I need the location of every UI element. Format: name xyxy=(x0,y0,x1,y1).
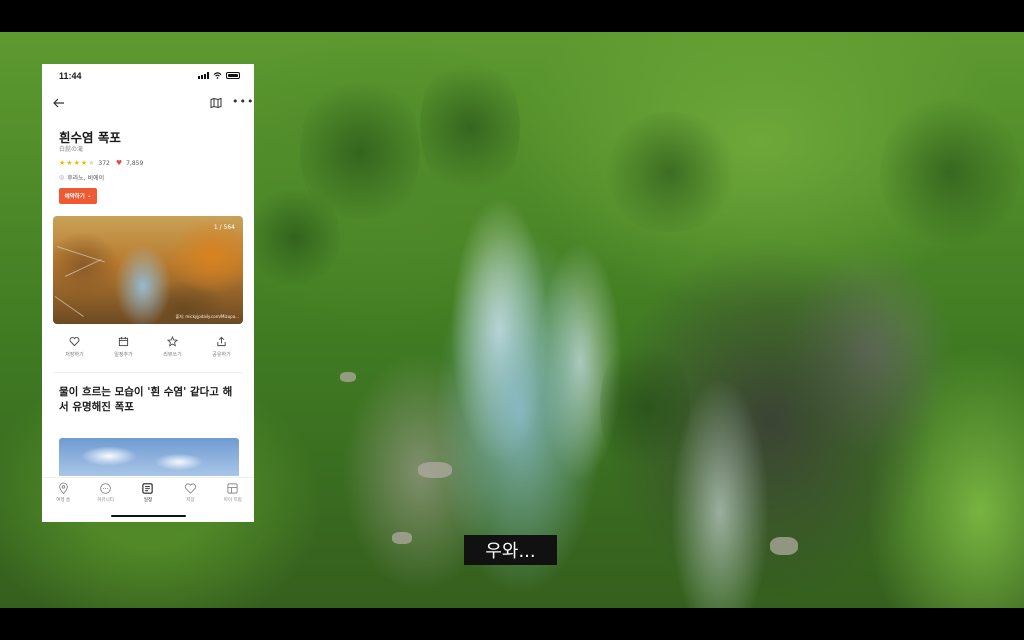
star-icon: ★ xyxy=(73,158,80,167)
signal-icon xyxy=(198,72,209,79)
place-headline: 물이 흐르는 모습이 '흰 수염' 같다고 해서 유명해진 폭포 xyxy=(59,386,233,413)
action-bar: 저장하기 일정추가 리뷰쓰기 공유하기 xyxy=(42,336,254,366)
home-indicator xyxy=(111,515,186,517)
tab-label: 여행 홈 xyxy=(56,498,71,503)
tab-my-trip[interactable]: 마이 트립 xyxy=(213,482,253,522)
share-button[interactable]: 공유하기 xyxy=(200,336,244,366)
status-time: 11:44 xyxy=(59,71,82,81)
save-label: 저장하기 xyxy=(65,352,84,358)
photo-credit: 출처: mickyjpdaily.com/Mizupa... xyxy=(175,314,239,319)
tab-label: 일정 xyxy=(143,498,153,503)
star-icon: ★ xyxy=(59,158,66,167)
share-label: 공유하기 xyxy=(212,352,231,358)
star-icon: ★ xyxy=(80,158,88,167)
video-player: 11:44 ••• 흰수염 폭포 白髭の滝 ★ ★ ★ ★ ★ 372 ♥ 7,… xyxy=(0,0,1024,640)
star-icon: ★ xyxy=(88,158,95,167)
tab-label: 저장 xyxy=(186,498,195,503)
chat-icon xyxy=(100,483,111,494)
map-icon[interactable] xyxy=(210,97,222,109)
place-local-name: 白髭の滝 xyxy=(59,146,84,153)
share-icon xyxy=(217,336,226,347)
heart-outline-icon xyxy=(69,337,80,347)
likes-count: 7,859 xyxy=(126,159,144,167)
star-outline-icon xyxy=(167,336,178,347)
back-arrow-icon[interactable] xyxy=(52,96,66,110)
top-bar: ••• xyxy=(42,94,254,114)
more-options-icon[interactable]: ••• xyxy=(232,95,254,108)
rating-count: 372 xyxy=(98,159,110,167)
location-text: 후라노, 비에이 xyxy=(67,175,105,182)
reserve-button-label: 예약하기 xyxy=(64,194,85,200)
trip-icon xyxy=(227,483,238,494)
reserve-button[interactable]: 예약하기 ⌄ xyxy=(59,188,97,204)
tab-label: 커뮤니티 xyxy=(97,498,114,503)
heart-icon xyxy=(184,483,196,494)
place-photo[interactable]: 1 / 564 출처: mickyjpdaily.com/Mizupa... xyxy=(53,216,243,324)
add-schedule-label: 일정추가 xyxy=(114,352,133,358)
star-icon: ★ xyxy=(66,158,73,167)
phone-screen: 11:44 ••• 흰수염 폭포 白髭の滝 ★ ★ ★ ★ ★ 372 ♥ 7,… xyxy=(42,64,254,522)
divider xyxy=(53,372,243,373)
heart-icon: ♥ xyxy=(115,159,123,167)
schedule-icon xyxy=(142,483,154,494)
battery-icon xyxy=(226,72,240,79)
write-review-label: 리뷰쓰기 xyxy=(163,352,182,358)
add-schedule-button[interactable]: 일정추가 xyxy=(102,336,146,366)
write-review-button[interactable]: 리뷰쓰기 xyxy=(151,336,195,366)
save-button[interactable]: 저장하기 xyxy=(53,336,97,366)
wifi-icon xyxy=(213,72,222,79)
rating-row: ★ ★ ★ ★ ★ 372 ♥ 7,859 xyxy=(59,158,143,168)
video-caption-text: 우와... xyxy=(485,541,536,562)
tab-travel-home[interactable]: 여행 홈 xyxy=(43,482,83,522)
status-bar: 11:44 xyxy=(42,64,254,90)
status-icons xyxy=(198,72,240,79)
tab-label: 마이 트립 xyxy=(223,498,242,503)
map-pin-icon xyxy=(58,482,68,495)
video-caption: 우와... xyxy=(464,535,557,565)
calendar-icon xyxy=(118,336,129,347)
sky-photo[interactable] xyxy=(59,438,239,476)
photo-counter: 1 / 564 xyxy=(213,224,235,231)
chevron-down-icon: ⌄ xyxy=(86,193,92,199)
location-row: ◎ 후라노, 비에이 xyxy=(59,173,104,182)
location-pin-icon: ◎ xyxy=(59,174,65,181)
